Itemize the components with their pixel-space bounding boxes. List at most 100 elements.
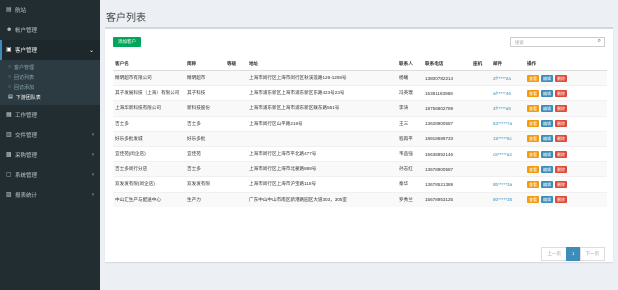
delete-button[interactable]: 删除 [555, 135, 567, 143]
sidebar-item-label: 航站 [15, 8, 27, 14]
column-header[interactable]: 座机 [471, 57, 491, 71]
view-button[interactable]: 查看 [527, 135, 539, 143]
customer-name-cell: 吉士多闵行分店 [113, 161, 185, 177]
email-link[interactable]: c8*****a2 [491, 145, 525, 162]
sidebar-item-customers[interactable]: ▣ 客户管理 ⌄ [0, 40, 100, 60]
view-button[interactable]: 查看 [527, 150, 539, 158]
contact-cell: 韦品强 [397, 145, 423, 162]
submenu-item-visit-list[interactable]: ○ 回访列表 [0, 72, 100, 82]
edit-button[interactable]: 编辑 [541, 135, 553, 143]
submenu-label: 回访添加 [14, 84, 35, 91]
phone-cell: 15638892146 [423, 145, 471, 162]
delete-button[interactable]: 删除 [555, 120, 567, 128]
short-name-cell: 其子科技 [185, 85, 225, 101]
view-button[interactable]: 查看 [527, 180, 539, 188]
landline-cell [471, 115, 491, 132]
email-link[interactable] [491, 161, 525, 177]
sidebar-item-system[interactable]: ▢ 系统管理 ‹ [0, 165, 100, 185]
column-header[interactable]: 地址 [247, 57, 397, 71]
column-header[interactable]: 简称 [185, 57, 225, 71]
landline-cell [471, 176, 491, 192]
landline-cell [471, 161, 491, 177]
sidebar-item-reports[interactable]: ▨ 报表统计 ‹ [0, 185, 100, 205]
email-link[interactable]: af*****46 [491, 85, 525, 101]
edit-button[interactable]: 编辑 [541, 150, 553, 158]
contact-cell: 孙志红 [397, 161, 423, 177]
delete-button[interactable]: 删除 [555, 165, 567, 173]
sidebar-item-label: 采购管理 [15, 153, 38, 159]
column-header[interactable]: 等级 [225, 57, 247, 71]
table-row: 吉士多闵行分店 吉士多 上海市闵行区上海市北翟路888号 孙志红 1367890… [113, 161, 607, 177]
edit-button[interactable]: 编辑 [541, 74, 553, 82]
sidebar-item-dashboard[interactable]: ▤ 航站 [0, 0, 100, 20]
sidebar-item-purchase[interactable]: ▩ 采购管理 ‹ [0, 145, 100, 165]
chevron-left-icon: ‹ [92, 192, 94, 198]
search-input[interactable]: 搜索 ⌕ [510, 37, 605, 47]
landline-cell [471, 69, 491, 86]
pagination-page-1[interactable]: 1 [565, 247, 581, 261]
view-button[interactable]: 查看 [527, 74, 539, 82]
chevron-left-icon: ‹ [92, 172, 94, 178]
email-link[interactable]: 2f*****2a [491, 69, 525, 86]
sidebar-item-label: 工作管理 [15, 113, 38, 119]
edit-button[interactable]: 编辑 [541, 165, 553, 173]
level-cell [225, 191, 247, 207]
sidebar-item-delivery[interactable]: ▥ 交件管理 ‹ [0, 125, 100, 145]
view-button[interactable]: 查看 [527, 120, 539, 128]
view-button[interactable]: 查看 [527, 104, 539, 112]
column-header[interactable]: 联系电话 [423, 57, 471, 71]
email-link[interactable]: 8b*****3a [491, 176, 525, 192]
table-row: 吉士多 吉士多 上海市闵行区山平路218号 王三 13628900587 83*… [113, 115, 607, 132]
contact-cell: 秦华 [397, 176, 423, 192]
landline-cell [471, 130, 491, 147]
sidebar-item-accounts[interactable]: ☻ 帐户管理 [0, 20, 100, 40]
submenu-item-team-list[interactable]: ▤ 下游团队表 [0, 92, 100, 102]
view-button[interactable]: 查看 [527, 165, 539, 173]
search-icon[interactable]: ⌕ [598, 38, 601, 45]
edit-button[interactable]: 编辑 [541, 89, 553, 97]
delete-button[interactable]: 删除 [555, 74, 567, 82]
level-cell [225, 100, 247, 117]
contact-cell: 罗秀兰 [397, 191, 423, 207]
pagination-prev[interactable]: 上一页 [541, 247, 567, 261]
column-header[interactable]: 客户名 [113, 57, 185, 71]
edit-button[interactable]: 编辑 [541, 180, 553, 188]
view-button[interactable]: 查看 [527, 196, 539, 204]
submenu-item-visit-add[interactable]: ○ 回访添加 [0, 82, 100, 92]
address-cell: 广东中山中山市南区新港路园区大道303，305室 [247, 191, 397, 207]
column-header[interactable]: 联系人 [397, 57, 423, 71]
add-customer-button[interactable]: 添加客户 [113, 37, 141, 47]
customer-table: 客户名 简称 等级 地址 联系人 联系电话 座机 邮件 操作 精明超市有限公司 … [113, 57, 607, 207]
users-icon: ☻ [6, 27, 13, 33]
delete-button[interactable]: 删除 [555, 104, 567, 112]
email-link[interactable]: 80*****35 [491, 191, 525, 207]
delete-button[interactable]: 删除 [555, 196, 567, 204]
actions-cell: 查看 编辑 删除 [525, 191, 607, 207]
submenu-item-customer-manage[interactable]: ○ 客户管理 [0, 62, 100, 72]
delete-button[interactable]: 删除 [555, 150, 567, 158]
delete-button[interactable]: 删除 [555, 180, 567, 188]
email-link[interactable]: 4f*****a5 [491, 100, 525, 117]
main-content: 客户列表 添加客户 搜索 ⌕ 客户名 简称 等级 地址 联系人 联系电话 座机 … [100, 0, 618, 290]
sidebar-item-work[interactable]: ▦ 工作管理 [0, 105, 100, 125]
actions-cell: 查看 编辑 删除 [525, 176, 607, 192]
table-row: 双发发有限(闵企店) 双发发有限 上海市闵行区上海市沪宝路115号 秦华 136… [113, 176, 607, 192]
email-link[interactable]: 83*****7a [491, 115, 525, 132]
submenu-label: 客户管理 [14, 64, 35, 71]
sidebar: ▤ 航站 ☻ 帐户管理 ▣ 客户管理 ⌄ ○ 客户管理 ○ 回访列表 ○ 回访添加 ▤ 下游团队… [0, 0, 100, 290]
edit-button[interactable]: 编辑 [541, 120, 553, 128]
actions-cell: 查看 编辑 删除 [525, 145, 607, 162]
pagination-next[interactable]: 下一页 [579, 247, 605, 261]
short-name-cell: 精明超市 [185, 69, 225, 86]
delete-button[interactable]: 删除 [555, 89, 567, 97]
address-cell: 上海市闵行区上海市沪宝路115号 [247, 176, 397, 192]
email-link[interactable]: 15*****6c [491, 130, 525, 147]
contact-cell: 杨曦 [397, 69, 423, 86]
customer-name-cell: 精明超市有限公司 [113, 69, 185, 86]
edit-button[interactable]: 编辑 [541, 104, 553, 112]
level-cell [225, 161, 247, 177]
column-header[interactable]: 邮件 [491, 57, 525, 71]
edit-button[interactable]: 编辑 [541, 196, 553, 204]
view-button[interactable]: 查看 [527, 89, 539, 97]
phone-cell: 15381183988 [423, 85, 471, 101]
